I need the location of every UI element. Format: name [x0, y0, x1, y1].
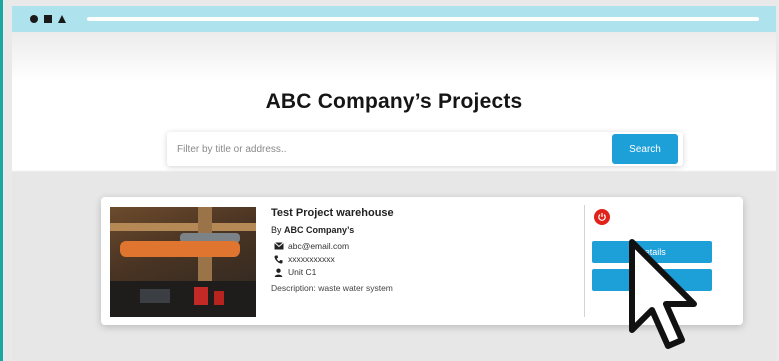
project-unit: Unit C1: [288, 267, 317, 277]
page-title: ABC Company’s Projects: [265, 90, 523, 113]
phone-icon: [273, 254, 284, 264]
envelope-icon: [273, 241, 284, 251]
person-icon: [273, 267, 284, 277]
project-email: abc@email.com: [288, 241, 350, 251]
window-triangle-icon: [58, 15, 66, 23]
left-accent-edge: [0, 0, 3, 361]
address-bar[interactable]: [87, 17, 759, 21]
search-input[interactable]: [177, 137, 597, 161]
power-icon[interactable]: [594, 209, 610, 225]
email-row: abc@email.com: [273, 241, 349, 251]
company-name: ABC Company’s: [284, 225, 355, 235]
project-description: Description: waste water system: [271, 283, 393, 293]
window-circle-icon: [30, 15, 38, 23]
card-divider: [584, 205, 585, 317]
browser-chrome: [12, 6, 776, 32]
mouse-pointer-icon: [629, 239, 697, 349]
search-bar: Search: [167, 132, 683, 166]
phone-row: xxxxxxxxxxx: [273, 254, 335, 264]
search-button[interactable]: Search: [612, 134, 678, 164]
project-byline: By ABC Company’s: [271, 225, 354, 235]
project-title: Test Project warehouse: [271, 207, 394, 219]
window-square-icon: [44, 15, 52, 23]
project-phone: xxxxxxxxxxx: [288, 254, 335, 264]
by-label: By: [271, 225, 282, 235]
unit-row: Unit C1: [273, 267, 316, 277]
project-image: [110, 207, 256, 317]
